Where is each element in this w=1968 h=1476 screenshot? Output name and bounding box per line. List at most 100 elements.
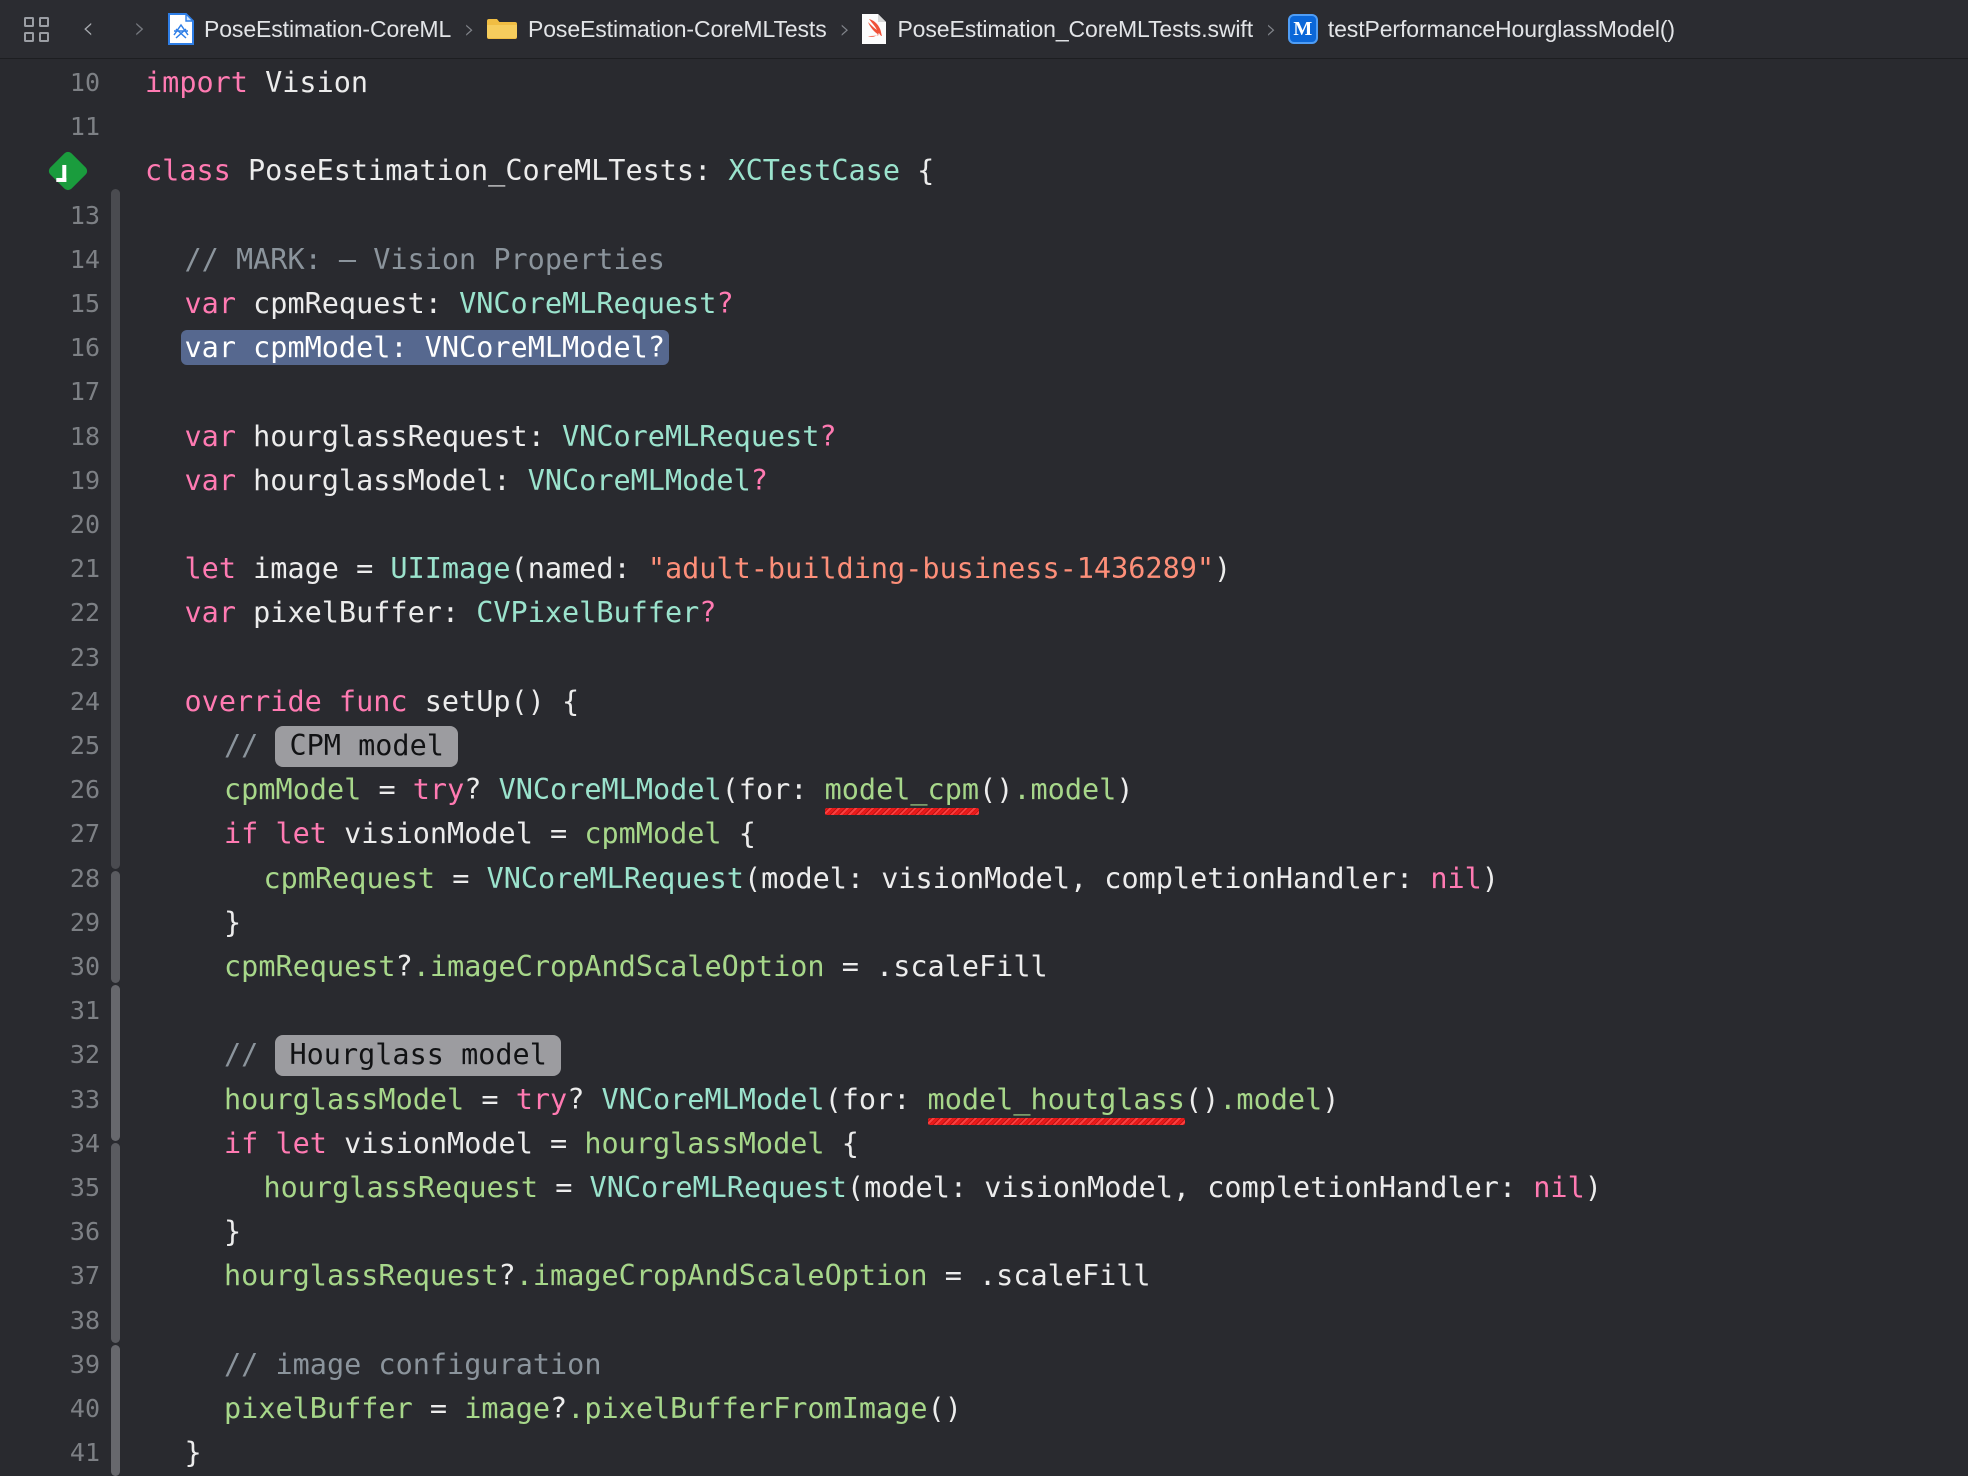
code-token: PoseEstimation_CoreMLTests — [248, 154, 694, 187]
code-token: hourglassModel — [224, 1083, 464, 1116]
breadcrumb-item-project[interactable]: PoseEstimation-CoreML — [166, 9, 453, 49]
code-token: import — [145, 66, 265, 99]
code-line[interactable]: var pixelBuffer: CVPixelBuffer? — [185, 591, 717, 635]
line-number: 15 — [0, 282, 100, 326]
code-line[interactable]: pixelBuffer = image?.pixelBufferFromImag… — [224, 1387, 962, 1431]
code-token: { — [825, 1127, 859, 1160]
code-token: ? — [396, 950, 413, 983]
line-number: 20 — [0, 503, 100, 547]
code-content-area[interactable]: import Vision class PoseEstimation_CoreML… — [119, 59, 1968, 1476]
code-token: // — [224, 1038, 275, 1071]
code-token: image — [464, 1392, 550, 1425]
code-token: cpmRequest — [253, 287, 425, 320]
method-symbol-icon: M — [1288, 14, 1318, 44]
code-token: var — [185, 331, 254, 364]
code-line[interactable]: cpmRequest?.imageCropAndScaleOption = .s… — [224, 945, 1048, 989]
code-token: var — [185, 287, 254, 320]
xcode-project-icon — [168, 13, 194, 45]
line-number: 26 — [0, 768, 100, 812]
code-line[interactable]: hourglassRequest = VNCoreMLRequest(model… — [264, 1166, 1602, 1210]
test-passed-diamond-icon[interactable] — [50, 153, 87, 190]
code-line[interactable]: // MARK: — Vision Properties — [185, 238, 665, 282]
code-token: if let — [224, 817, 344, 850]
code-token: UIImage — [390, 552, 510, 585]
line-number: 35 — [0, 1166, 100, 1210]
source-editor[interactable]: 1011131415161718192021222324252627282930… — [0, 59, 1968, 1476]
code-token: : — [390, 331, 424, 364]
mark-badge: CPM model — [275, 726, 457, 767]
line-number: 14 — [0, 238, 100, 282]
code-token: CVPixelBuffer — [476, 596, 699, 629]
code-token: hourglassRequest — [264, 1171, 539, 1204]
line-number: 18 — [0, 415, 100, 459]
code-token: image = — [253, 552, 390, 585]
code-token: : — [528, 420, 562, 453]
breadcrumb-item-file[interactable]: PoseEstimation_CoreMLTests.swift — [859, 9, 1255, 49]
code-line[interactable]: cpmRequest = VNCoreMLRequest(model: visi… — [264, 857, 1499, 901]
code-line[interactable]: } — [185, 1431, 202, 1475]
go-back-button[interactable]: ‹ — [62, 3, 114, 55]
code-line[interactable]: if let visionModel = cpmModel { — [224, 812, 756, 856]
code-line[interactable]: if let visionModel = hourglassModel { — [224, 1122, 859, 1166]
code-token: cpmModel — [584, 817, 721, 850]
code-line[interactable]: } — [224, 901, 241, 945]
code-line[interactable]: override func setUp() { — [185, 680, 580, 724]
code-line[interactable]: hourglassRequest?.imageCropAndScaleOptio… — [224, 1254, 1151, 1298]
line-number: 23 — [0, 636, 100, 680]
code-token: var — [185, 464, 254, 497]
code-token: = .scaleFill — [928, 1259, 1151, 1292]
code-token: hourglassRequest — [253, 420, 528, 453]
line-number: 21 — [0, 547, 100, 591]
code-token: } — [224, 906, 241, 939]
breadcrumb-label-folder: PoseEstimation-CoreMLTests — [528, 16, 827, 43]
code-token: visionModel = — [344, 817, 584, 850]
line-number: 34 — [0, 1122, 100, 1166]
chevron-right-icon: › — [130, 14, 150, 44]
code-line[interactable]: // Hourglass model — [224, 1033, 561, 1077]
error-token: model_cpm — [825, 773, 979, 806]
code-token: } — [224, 1215, 241, 1248]
code-token: ? — [751, 464, 768, 497]
line-number: 33 — [0, 1078, 100, 1122]
code-token: VNCoreMLRequest — [487, 862, 744, 895]
code-token: // MARK: — Vision Properties — [185, 243, 665, 276]
code-token: = — [361, 773, 412, 806]
breadcrumb-separator: › — [453, 16, 484, 43]
code-line[interactable]: var hourglassRequest: VNCoreMLRequest? — [185, 415, 837, 459]
selected-text-highlight[interactable]: var cpmModel: VNCoreMLModel? — [181, 330, 669, 365]
line-number: 19 — [0, 459, 100, 503]
code-line[interactable]: let image = UIImage(named: "adult-buildi… — [185, 547, 1232, 591]
mark-badge: Hourglass model — [275, 1035, 560, 1076]
code-line[interactable]: import Vision — [145, 61, 368, 105]
code-token: } — [185, 1436, 202, 1469]
code-token: = .scaleFill — [825, 950, 1048, 983]
code-line[interactable]: class PoseEstimation_CoreMLTests: XCTest… — [145, 149, 934, 193]
code-line[interactable]: cpmModel = try? VNCoreMLModel(for: model… — [224, 768, 1133, 812]
code-line[interactable]: hourglassModel = try? VNCoreMLModel(for:… — [224, 1078, 1339, 1122]
breadcrumb-item-method[interactable]: M testPerformanceHourglassModel() — [1286, 9, 1677, 49]
code-token: = — [435, 862, 486, 895]
code-line[interactable]: // CPM model — [224, 724, 458, 768]
go-forward-button[interactable]: › — [114, 3, 166, 55]
jump-bar: ‹ › PoseEstimation-CoreML › — [0, 0, 1968, 59]
code-token: ) — [1322, 1083, 1339, 1116]
line-number: 36 — [0, 1210, 100, 1254]
swift-file-icon — [861, 13, 887, 45]
line-number-gutter[interactable]: 1011131415161718192021222324252627282930… — [0, 59, 119, 1476]
breadcrumb-item-folder[interactable]: PoseEstimation-CoreMLTests — [484, 9, 829, 49]
line-number: 11 — [0, 105, 100, 149]
code-token: () — [979, 773, 1013, 806]
code-token: VNCoreMLRequest — [459, 287, 716, 320]
line-number: 29 — [0, 901, 100, 945]
navigator-toggle-button[interactable] — [10, 3, 62, 55]
code-line[interactable]: var cpmModel: VNCoreMLModel? — [185, 326, 669, 370]
code-token: .model — [1013, 773, 1116, 806]
code-line[interactable]: var hourglassModel: VNCoreMLModel? — [185, 459, 768, 503]
code-line[interactable]: } — [224, 1210, 241, 1254]
code-line[interactable]: var cpmRequest: VNCoreMLRequest? — [185, 282, 734, 326]
code-line[interactable]: // image configuration — [224, 1343, 602, 1387]
code-token: .imageCropAndScaleOption — [413, 950, 825, 983]
code-token: hourglassModel — [253, 464, 493, 497]
code-token: let — [185, 552, 254, 585]
code-token: : — [694, 154, 728, 187]
